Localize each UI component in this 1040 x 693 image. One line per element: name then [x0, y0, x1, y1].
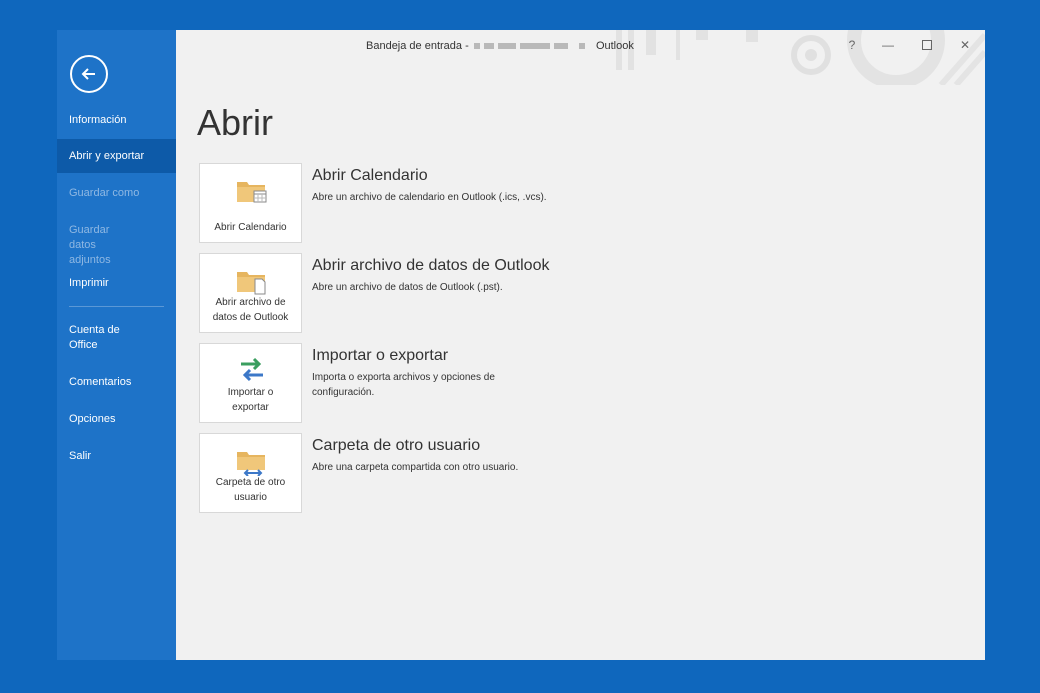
open-calendar-tile-label: Abrir Calendario [214, 222, 287, 233]
sidebar-item-salir[interactable]: Salir [57, 449, 176, 464]
sidebar-item-imprimir[interactable]: Imprimir [57, 276, 176, 291]
other-user-folder-description: Abre una carpeta compartida con otro usu… [312, 462, 519, 473]
other-user-folder-tile[interactable]: Carpeta de otro usuario [199, 433, 302, 513]
title-bar: Bandeja de entrada - Outlook ? — ✕ [176, 30, 985, 85]
sidebar-item-cuenta-office[interactable]: Cuenta de Office [57, 323, 137, 353]
open-calendar-description: Abre un archivo de calendario en Outlook… [312, 192, 547, 203]
sidebar-item-guardar-adjuntos[interactable]: Guardar datos adjuntos [57, 223, 147, 268]
shared-folder-icon [237, 452, 265, 476]
back-button[interactable] [70, 55, 108, 93]
open-calendar-tile[interactable]: Abrir Calendario [199, 163, 302, 243]
maximize-button[interactable] [917, 36, 937, 54]
import-export-title: Importar o exportar [312, 347, 449, 364]
open-calendar-title: Abrir Calendario [312, 167, 428, 184]
sidebar-divider [69, 306, 164, 307]
help-button[interactable]: ? [842, 36, 862, 54]
open-data-file-title: Abrir archivo de datos de Outlook [312, 257, 550, 274]
minimize-button[interactable]: — [878, 36, 898, 54]
import-export-arrows-icon [241, 357, 263, 382]
import-export-description: Importa o exporta archivos y opciones de… [312, 372, 495, 398]
back-arrow-icon [81, 68, 95, 80]
window-title-app: Outlook [595, 40, 634, 52]
import-export-tile[interactable]: Importar o exportar [199, 343, 302, 423]
redacted-separator [578, 43, 585, 50]
sidebar-item-guardar-como[interactable]: Guardar como [57, 186, 176, 201]
window-title-prefix: Bandeja de entrada - [366, 40, 469, 52]
backstage-content: Bandeja de entrada - Outlook ? — ✕ Abrir [176, 30, 985, 660]
sidebar-item-comentarios[interactable]: Comentarios [57, 375, 176, 390]
backstage-sidebar: Información Abrir y exportar Guardar com… [57, 30, 176, 660]
folder-calendar-icon [237, 182, 267, 203]
open-data-file-description: Abre un archivo de datos de Outlook (.ps… [312, 282, 503, 293]
page-title: Abrir [197, 102, 274, 143]
import-export-tile-label: Importar o exportar [227, 387, 274, 413]
open-data-file-tile[interactable]: Abrir archivo de datos de Outlook [199, 253, 302, 333]
redacted-account [472, 40, 573, 52]
sidebar-item-abrir-exportar[interactable]: Abrir y exportar [57, 139, 176, 173]
open-data-file-tile-label: Abrir archivo de datos de Outlook [212, 297, 289, 323]
window-title: Bandeja de entrada - Outlook [366, 40, 634, 52]
maximize-icon [922, 40, 932, 50]
sidebar-item-opciones[interactable]: Opciones [57, 412, 176, 427]
other-user-folder-tile-label: Carpeta de otro usuario [215, 477, 286, 503]
sidebar-item-informacion[interactable]: Información [57, 113, 176, 128]
outlook-window: Información Abrir y exportar Guardar com… [57, 30, 985, 660]
other-user-folder-title: Carpeta de otro usuario [312, 437, 481, 454]
close-button[interactable]: ✕ [955, 36, 975, 54]
folder-file-icon [237, 272, 266, 295]
